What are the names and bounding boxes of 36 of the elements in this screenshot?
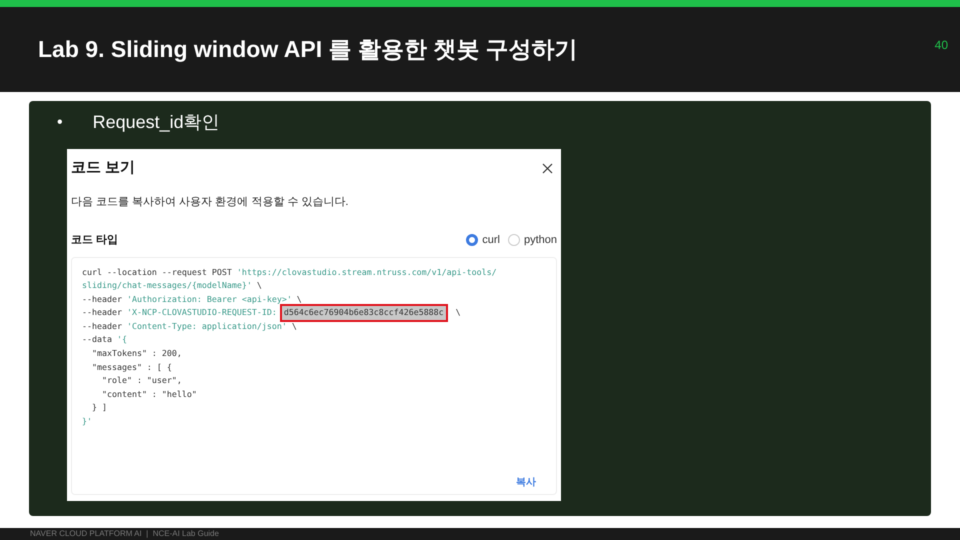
code-string: 'Authorization: Bearer <api-key>' — [126, 292, 292, 306]
code-text: "content" : "hello" — [100, 388, 197, 401]
code-string: 'X-NCP-CLOVASTUDIO-REQUEST-ID: — [126, 306, 278, 320]
code-text: \ — [290, 320, 297, 333]
code-string: }' — [82, 415, 92, 428]
highlighted-request-id: d564c6ec76904b6e83c8ccf426e5888c — [282, 306, 446, 320]
radio-option[interactable]: python — [508, 232, 557, 248]
close-icon[interactable] — [542, 162, 553, 174]
code-string: 'https://clovastudio.stream.ntruss.com/v1/api-tools/ — [236, 266, 497, 279]
footer-text: NAVER CLOUD PLATFORM AI | NCE-AI Lab Guide — [30, 529, 219, 539]
slide-title: Lab 9. Sliding window API 를 활용한 챗봇 구성하기 — [38, 35, 578, 64]
code-string: '{ — [116, 333, 127, 346]
radio-option[interactable]: curl — [466, 232, 500, 248]
code-text: } ] — [90, 401, 107, 414]
code-text: curl --location --request POST — [82, 266, 233, 279]
code-text: --header — [82, 292, 123, 306]
code-string: 'Content-Type: application/json' — [126, 320, 287, 333]
code-text: --data — [82, 333, 113, 346]
dialog-title: 코드 보기 — [71, 158, 136, 178]
dialog-description: 다음 코드를 복사하여 사용자 환경에 적용할 수 있습니다. — [71, 194, 350, 210]
radio-button[interactable] — [508, 234, 520, 246]
code-text: "messages" : [ { — [90, 360, 172, 374]
bullet-marker: • — [57, 112, 63, 132]
code-string: sliding/chat-messages/{modelName}' — [82, 279, 252, 292]
code-text: --header — [82, 320, 123, 333]
section-label: 코드 타입 — [71, 233, 118, 248]
bullet-text: Request_id확인 — [92, 111, 220, 134]
page-number: 40 — [934, 36, 948, 54]
code-text: "role" : "user", — [100, 374, 182, 388]
code-text: \ — [256, 279, 262, 292]
radio-button[interactable] — [466, 234, 478, 246]
code-text: --header — [82, 306, 123, 320]
code-text: "maxTokens" : 200, — [90, 347, 182, 360]
code-text: \ — [296, 292, 302, 306]
code-text: \ — [454, 306, 461, 320]
copy-button[interactable]: 복사 — [516, 476, 536, 490]
